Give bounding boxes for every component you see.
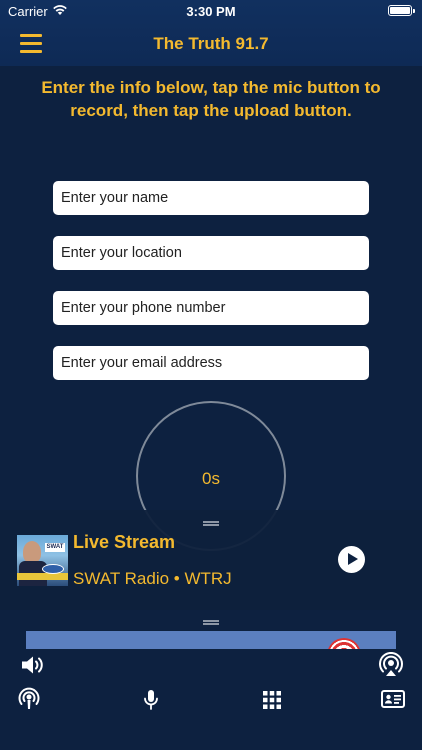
instructions-text: Enter the info below, tap the mic button… [41,78,381,120]
status-time: 3:30 PM [186,4,236,19]
station-artwork: SWAT [17,535,68,586]
volume-icon[interactable] [19,652,45,678]
status-bar: Carrier 3:30 PM [0,0,422,22]
artwork-logo-text: SWAT [45,543,65,552]
mini-player[interactable]: SWAT Live Stream SWAT Radio • WTRJ [0,510,422,610]
airplay-icon[interactable] [378,652,404,678]
record-duration: 0s [202,469,220,488]
sheet-drag-handle[interactable] [203,620,219,625]
location-input[interactable] [53,236,369,270]
grid-icon[interactable] [259,687,285,713]
top-bar: Carrier 3:30 PM The Truth 91.7 [0,0,422,66]
phone-input[interactable] [53,291,369,325]
podcast-icon[interactable] [16,686,42,712]
stream-title: Live Stream [73,532,176,552]
ad-banner[interactable] [26,631,396,649]
player-drag-handle[interactable] [203,521,219,526]
contact-card-icon[interactable] [380,686,406,712]
email-input[interactable] [53,346,369,380]
play-button[interactable] [338,546,365,573]
microphone-icon[interactable] [138,687,164,713]
bottom-toolbar [0,649,422,750]
stream-subtitle: SWAT Radio • WTRJ [73,569,232,588]
target-graphic [327,638,361,649]
app-title: The Truth 91.7 [153,34,269,53]
battery-icon [388,5,415,16]
name-input[interactable] [53,181,369,215]
